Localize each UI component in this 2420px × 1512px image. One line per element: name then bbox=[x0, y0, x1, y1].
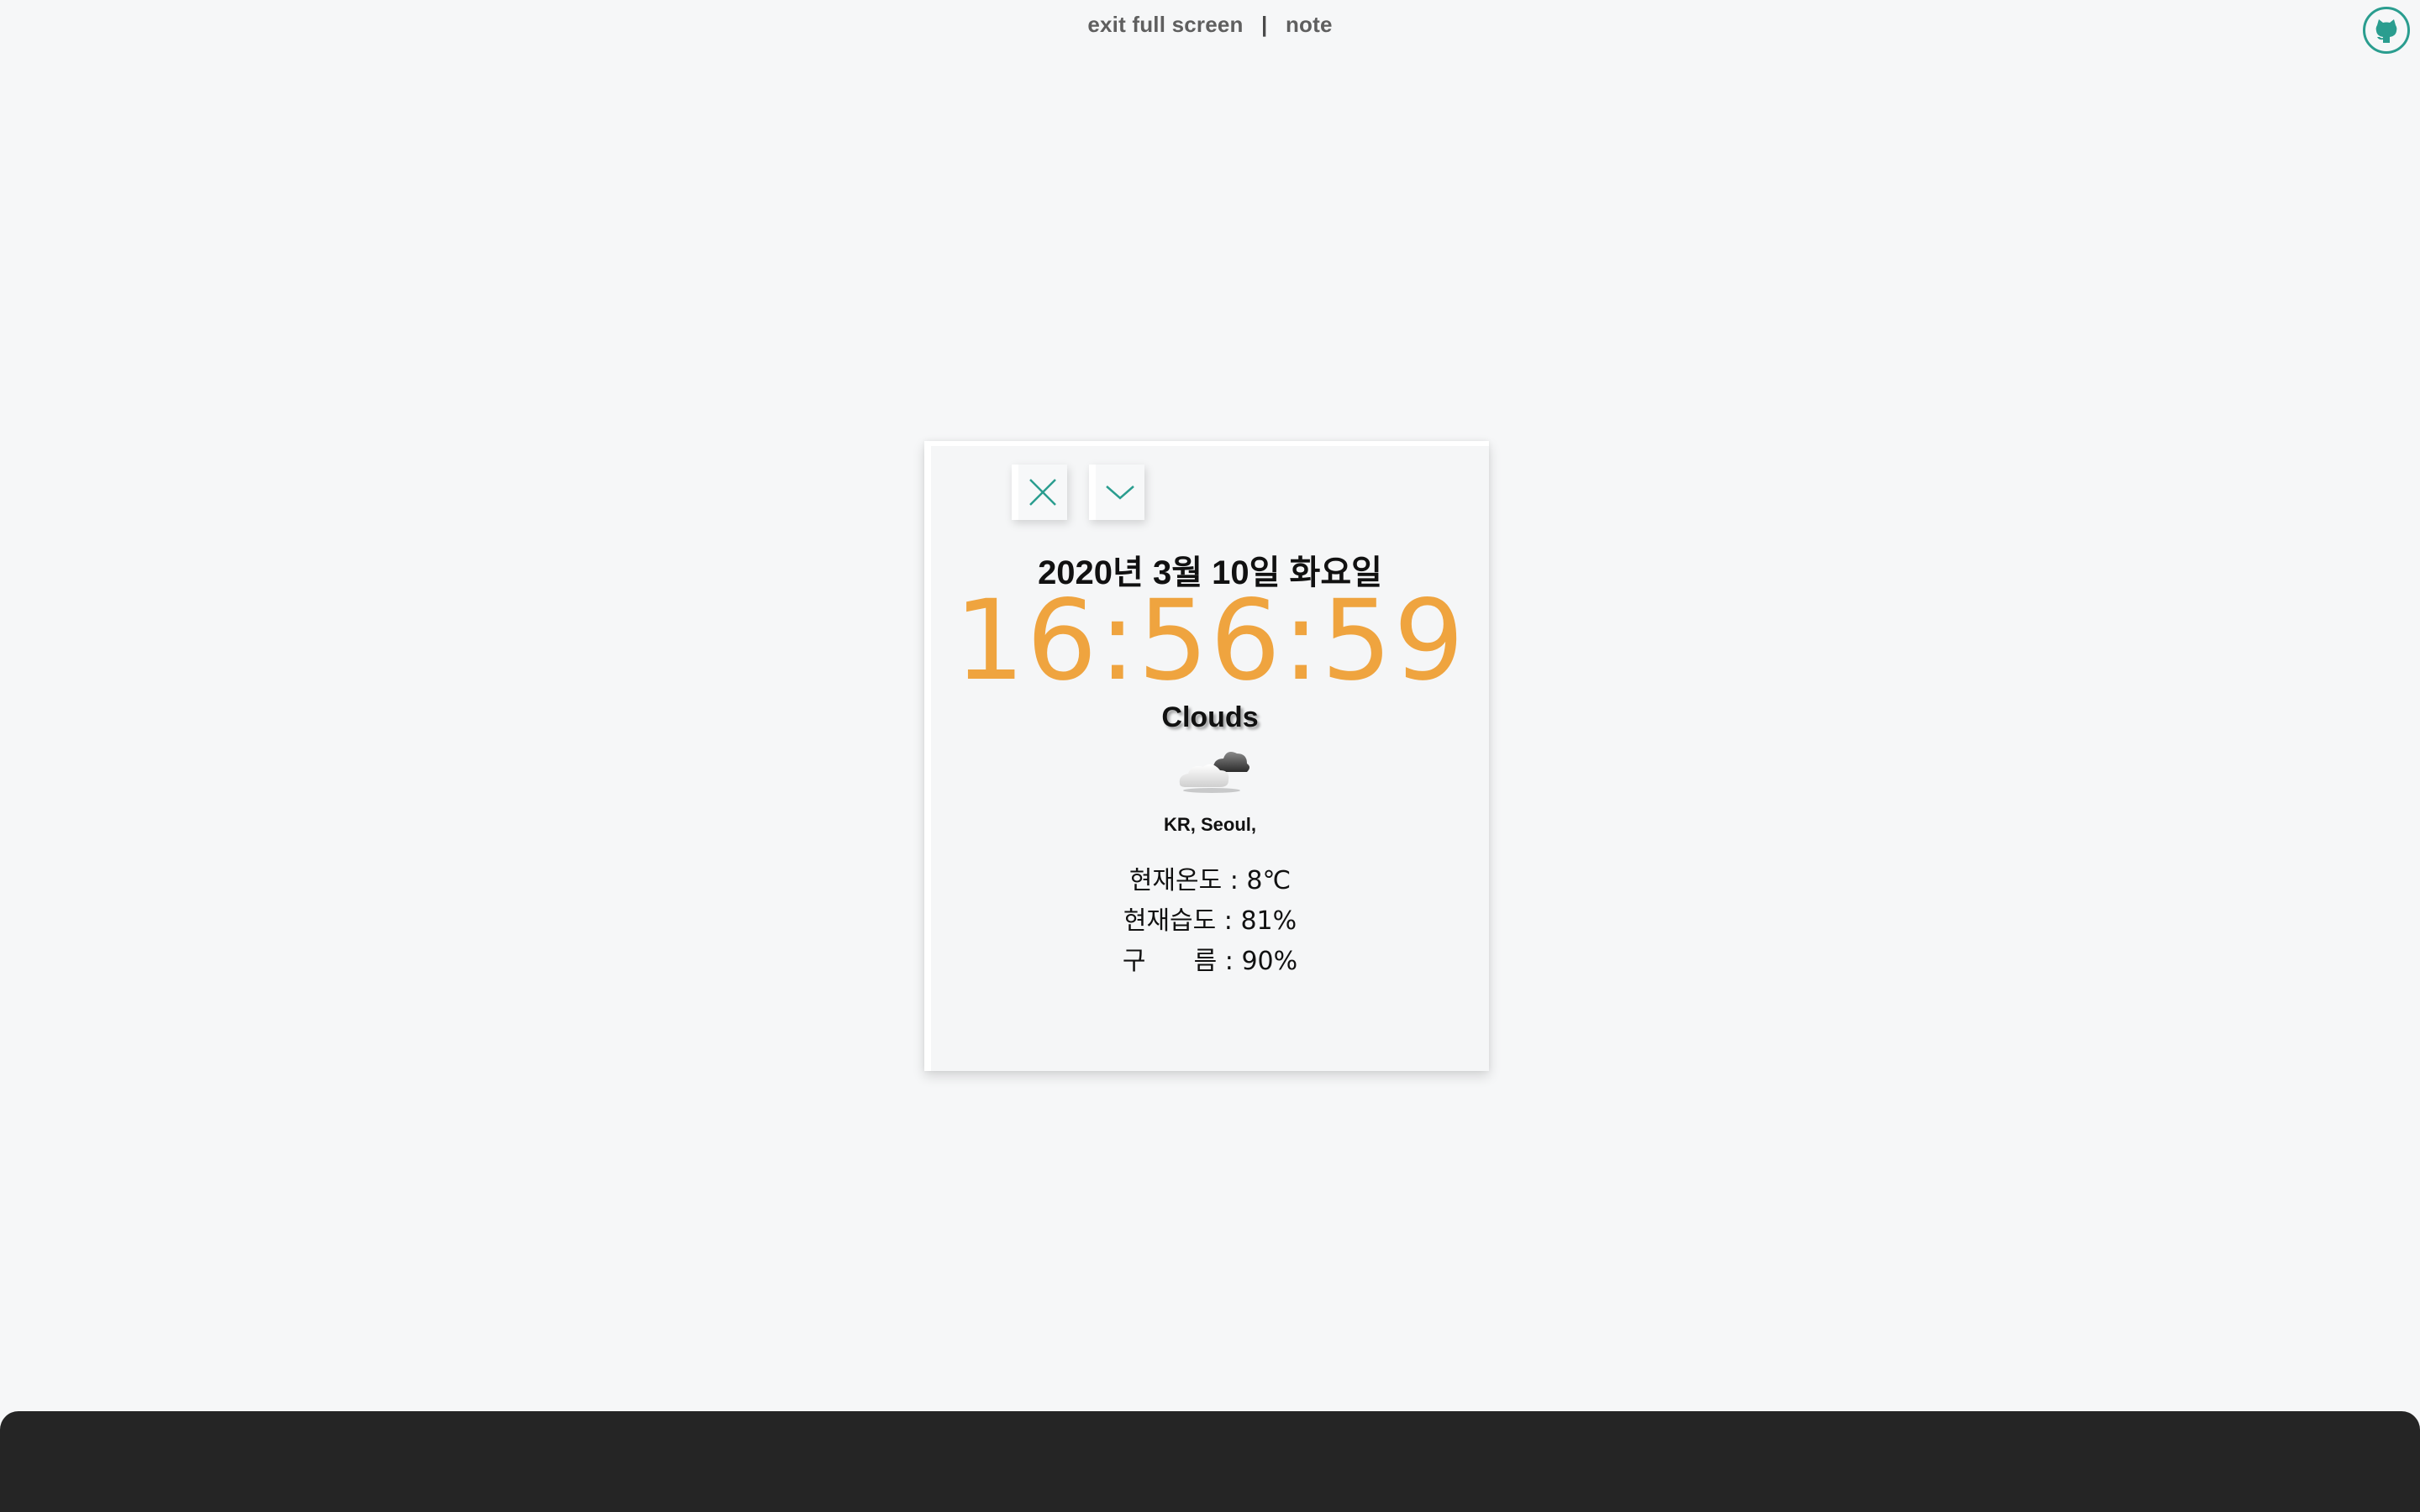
github-link[interactable] bbox=[2363, 7, 2410, 54]
top-nav: exit full screen | note bbox=[0, 12, 2420, 38]
weather-stats: 현재온도 : 8℃ 현재습도 : 81% 구 름 : 90% bbox=[931, 861, 1489, 982]
close-button[interactable] bbox=[1012, 465, 1067, 520]
chevron-down-icon bbox=[1106, 486, 1134, 500]
clock-weather-widget: 2020년 3월 10일 화요일 16:56:59 Clouds KR, Seo… bbox=[924, 441, 1489, 1071]
note-link[interactable]: note bbox=[1286, 12, 1333, 37]
bottom-bar bbox=[0, 1411, 2420, 1512]
temperature-row: 현재온도 : 8℃ bbox=[1128, 866, 1292, 895]
clouds-row: 구 름 : 90% bbox=[1122, 947, 1298, 976]
collapse-button[interactable] bbox=[1089, 465, 1144, 520]
time-display: 16:56:59 bbox=[954, 576, 1466, 706]
location-label: KR, Seoul, bbox=[1163, 814, 1256, 835]
nav-separator: | bbox=[1261, 12, 1268, 37]
cloud-icon bbox=[1179, 752, 1249, 793]
close-icon bbox=[1029, 479, 1056, 506]
github-icon bbox=[2370, 14, 2402, 46]
humidity-row: 현재습도 : 81% bbox=[1123, 906, 1297, 936]
exit-fullscreen-link[interactable]: exit full screen bbox=[1087, 12, 1243, 37]
weather-condition: Clouds bbox=[1161, 701, 1259, 733]
page: exit full screen | note 2020년 3월 10일 화요일… bbox=[0, 0, 2420, 1512]
